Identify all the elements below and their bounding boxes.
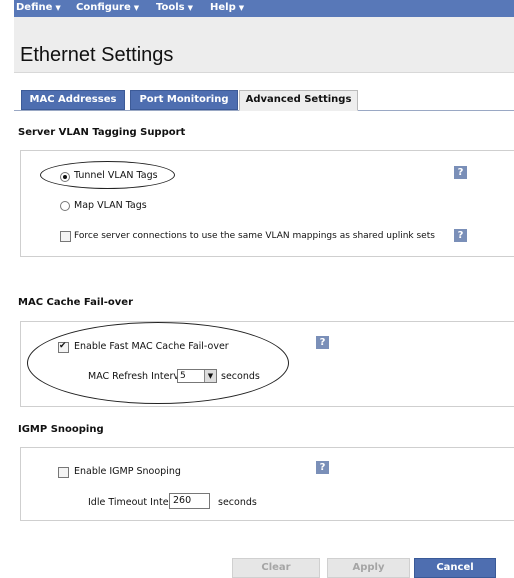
apply-button[interactable]: Apply — [327, 558, 410, 578]
page-title: Ethernet Settings — [20, 44, 174, 66]
igmp-section-title: IGMP Snooping — [18, 424, 104, 435]
chevron-down-icon: ▼ — [238, 4, 245, 12]
tab-advanced-settings[interactable]: Advanced Settings — [239, 90, 358, 111]
enable-igmp-snooping-checkbox[interactable] — [58, 467, 69, 478]
map-vlan-label: Map VLAN Tags — [74, 200, 147, 211]
menu-tools-label: Tools — [156, 2, 185, 13]
tab-bar: MAC Addresses Port Monitoring Advanced S… — [14, 90, 514, 111]
idle-timeout-input[interactable]: 260 — [169, 493, 210, 509]
mac-cache-section-title: MAC Cache Fail-over — [18, 297, 134, 308]
map-vlan-radio[interactable] — [60, 201, 70, 211]
menu-define-label: Define — [16, 2, 53, 13]
force-server-connections-checkbox[interactable] — [60, 231, 71, 242]
chevron-down-icon: ▼ — [55, 4, 61, 12]
cancel-button[interactable]: Cancel — [414, 558, 496, 578]
idle-timeout-units: seconds — [218, 497, 257, 508]
tab-mac-addresses[interactable]: MAC Addresses — [21, 90, 125, 110]
menu-help-label: Help — [210, 2, 236, 13]
tab-port-monitoring[interactable]: Port Monitoring — [130, 90, 238, 110]
igmp-panel — [20, 447, 514, 521]
menu-tools[interactable]: Tools ▼ — [156, 2, 193, 13]
chevron-down-icon: ▼ — [187, 4, 194, 12]
menu-configure-label: Configure — [76, 2, 131, 13]
force-server-connections-label: Force server connections to use the same… — [74, 231, 435, 241]
menu-configure[interactable]: Configure ▼ — [76, 2, 139, 13]
highlight-ellipse-mac-cache — [27, 322, 289, 404]
help-icon[interactable]: ? — [454, 166, 467, 179]
clear-button[interactable]: Clear — [232, 558, 320, 578]
help-icon[interactable]: ? — [316, 461, 329, 474]
help-icon[interactable]: ? — [316, 336, 329, 349]
menu-define[interactable]: Define ▼ — [16, 2, 61, 13]
vlan-section-title: Server VLAN Tagging Support — [18, 127, 186, 138]
help-icon[interactable]: ? — [454, 229, 467, 242]
menu-bar: Define ▼ Configure ▼ Tools ▼ Help ▼ — [14, 0, 514, 17]
menu-help[interactable]: Help ▼ — [210, 2, 244, 13]
highlight-ellipse-tunnel — [40, 161, 175, 189]
enable-igmp-snooping-label: Enable IGMP Snooping — [74, 466, 181, 477]
chevron-down-icon: ▼ — [133, 4, 140, 12]
